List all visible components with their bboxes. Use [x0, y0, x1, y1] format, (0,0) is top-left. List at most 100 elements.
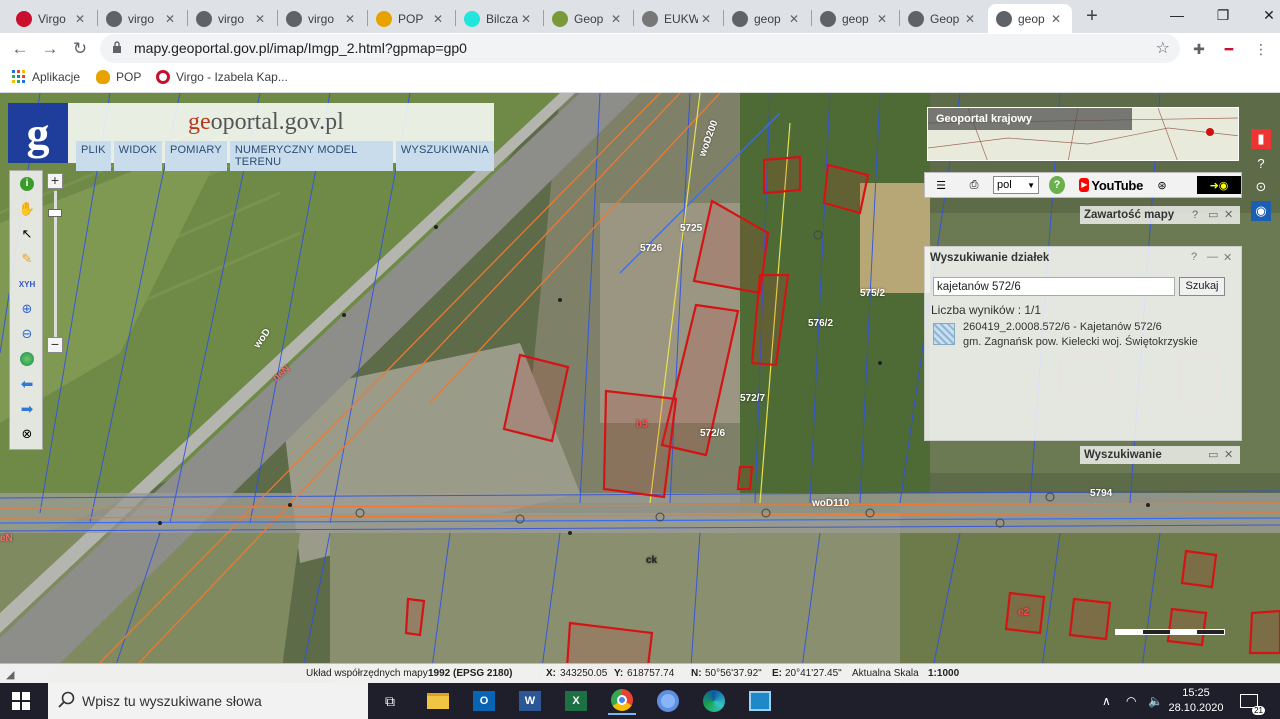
map-canvas[interactable]: woD woD200 woD110 neN eN 5725 5726 572/6 572/7 57…	[0, 93, 1280, 683]
map-content-panel-header[interactable]: Zawartość mapy ? ▭ ✕	[1080, 206, 1240, 224]
system-clock[interactable]: 15:25 28.10.2020	[1168, 686, 1224, 716]
profile-menu-icon[interactable]: ━	[1220, 40, 1238, 58]
tab-close-icon[interactable]: ✕	[786, 12, 802, 26]
menu-item[interactable]: WYSZUKIWANIA	[395, 141, 494, 171]
menu-item[interactable]: NUMERYCZNY MODEL TERENU	[229, 141, 393, 171]
menu-item[interactable]: WIDOK	[113, 141, 162, 171]
resize-icon[interactable]: ◢	[6, 668, 14, 681]
list-icon[interactable]: ☰	[933, 176, 949, 194]
next-view-icon[interactable]: ➡	[15, 398, 39, 420]
xyh-coordinates-icon[interactable]: XYH	[15, 273, 39, 295]
bookmark-virgo[interactable]: Virgo - Izabela Kap...	[156, 70, 288, 84]
language-select[interactable]: pol ▼	[993, 176, 1039, 194]
browser-tab[interactable]: virgo ✕	[188, 4, 276, 33]
help-icon[interactable]: ?	[1049, 176, 1065, 194]
help-icon[interactable]: ?	[1192, 206, 1198, 224]
zoom-in-icon[interactable]: ⊕	[15, 298, 39, 320]
close-window-button[interactable]: ✕	[1246, 0, 1280, 30]
outlook-icon[interactable]: O	[470, 687, 498, 715]
wifi-icon[interactable]: ◠	[1126, 683, 1136, 719]
close-icon[interactable]: ✕	[1223, 251, 1232, 264]
settings-icon[interactable]: ⊛	[1153, 176, 1171, 194]
zoom-minus-button[interactable]: −	[47, 337, 63, 353]
bookmark-apps[interactable]: Aplikacje	[12, 70, 80, 84]
maximize-icon[interactable]: ▭	[1208, 206, 1218, 224]
info-icon[interactable]: i	[15, 173, 39, 195]
help-icon[interactable]: ?	[1191, 251, 1197, 263]
windows-start-icon[interactable]	[12, 692, 30, 710]
menu-item[interactable]: PLIK	[76, 141, 111, 171]
reload-icon[interactable]: ↻	[68, 37, 92, 61]
red-flag-icon[interactable]: ▮	[1251, 129, 1271, 149]
previous-view-icon[interactable]: ⬅	[15, 373, 39, 395]
close-icon[interactable]: ✕	[1224, 446, 1233, 464]
zoom-plus-button[interactable]: +	[47, 173, 63, 189]
pan-hand-icon[interactable]: ✋	[15, 198, 39, 220]
browser-tab[interactable]: geop ✕	[724, 4, 810, 33]
notifications-icon[interactable]: 21	[1240, 683, 1265, 719]
tab-close-icon[interactable]: ✕	[518, 12, 534, 26]
accessibility-icon[interactable]: ⊙	[1251, 177, 1271, 197]
extensions-icon[interactable]: ✚	[1190, 40, 1208, 58]
kebab-menu-icon[interactable]: ⋮	[1252, 40, 1270, 58]
photos-icon[interactable]	[746, 687, 774, 715]
tab-close-icon[interactable]: ✕	[252, 12, 268, 26]
browser-tab[interactable]: Bilcza ✕	[456, 4, 542, 33]
menu-item[interactable]: POMIARY	[164, 141, 227, 171]
parcel-search-input[interactable]	[933, 277, 1175, 296]
task-view-icon[interactable]: ⧉	[376, 687, 404, 715]
pencil-icon[interactable]: ✎	[15, 248, 39, 270]
minimize-icon[interactable]: —	[1207, 251, 1218, 263]
bookmark-pop[interactable]: POP	[96, 70, 141, 84]
select-arrow-icon[interactable]: ↖	[15, 223, 39, 245]
new-tab-button[interactable]: +	[1081, 5, 1103, 27]
browser-tab[interactable]: Geop ✕	[544, 4, 632, 33]
search-button[interactable]: Szukaj	[1179, 277, 1225, 296]
browser-tab[interactable]: geop ✕	[812, 4, 898, 33]
clear-icon[interactable]: ⊗	[15, 423, 39, 445]
tab-close-icon[interactable]: ✕	[162, 12, 178, 26]
eye-icon[interactable]: ◉	[1251, 201, 1271, 221]
tab-close-icon[interactable]: ✕	[608, 12, 624, 26]
maximize-icon[interactable]: ▭	[1208, 446, 1218, 464]
browser-tab[interactable]: geop ✕	[988, 4, 1072, 33]
print-icon[interactable]: ⎙	[965, 176, 983, 194]
tab-close-icon[interactable]: ✕	[698, 12, 714, 26]
browser-tab[interactable]: virgo ✕	[278, 4, 366, 33]
tray-chevron-icon[interactable]: ∧	[1102, 683, 1111, 719]
file-explorer-icon[interactable]	[424, 687, 452, 715]
browser-tab[interactable]: virgo ✕	[98, 4, 186, 33]
accessibility-contrast-icon[interactable]: ➜◉	[1197, 176, 1241, 194]
excel-icon[interactable]: X	[562, 687, 590, 715]
word-icon[interactable]: W	[516, 687, 544, 715]
minimize-window-button[interactable]: —	[1154, 0, 1200, 30]
restore-window-button[interactable]: ❐	[1200, 0, 1246, 30]
chrome-icon[interactable]	[608, 687, 636, 715]
youtube-link[interactable]: ▶ YouTube	[1079, 176, 1143, 194]
zoom-handle[interactable]	[48, 209, 62, 217]
zoom-out-icon[interactable]: ⊖	[15, 323, 39, 345]
taskbar-search[interactable]: Wpisz tu wyszukiwane słowa	[48, 683, 368, 719]
browser-tab[interactable]: Geop ✕	[900, 4, 986, 33]
back-icon[interactable]: ←	[8, 37, 32, 61]
geoportal-logo[interactable]: g	[8, 103, 68, 163]
chrome-profile-icon[interactable]	[654, 687, 682, 715]
tab-close-icon[interactable]: ✕	[342, 12, 358, 26]
edge-icon[interactable]	[700, 687, 728, 715]
browser-tab[interactable]: Virgo ✕	[8, 4, 96, 33]
address-bar[interactable]: mapy.geoportal.gov.pl/imap/Imgp_2.html?g…	[100, 34, 1180, 63]
tab-close-icon[interactable]: ✕	[72, 12, 88, 26]
tab-close-icon[interactable]: ✕	[962, 12, 978, 26]
search-panel-header[interactable]: Wyszukiwanie ▭ ✕	[1080, 446, 1240, 464]
search-result-item[interactable]: 260419_2.0008.572/6 - Kajetanów 572/6 gm…	[933, 321, 1233, 353]
close-icon[interactable]: ✕	[1224, 206, 1233, 224]
tab-close-icon[interactable]: ✕	[1048, 12, 1064, 26]
volume-icon[interactable]: 🔈	[1148, 683, 1163, 719]
globe-extent-icon[interactable]	[15, 348, 39, 370]
tab-close-icon[interactable]: ✕	[874, 12, 890, 26]
forward-icon[interactable]: →	[38, 37, 62, 61]
tab-close-icon[interactable]: ✕	[430, 12, 446, 26]
browser-tab[interactable]: EUKW ✕	[634, 4, 722, 33]
help-circle-icon[interactable]: ?	[1251, 153, 1271, 173]
zoom-slider[interactable]: + −	[45, 173, 65, 355]
